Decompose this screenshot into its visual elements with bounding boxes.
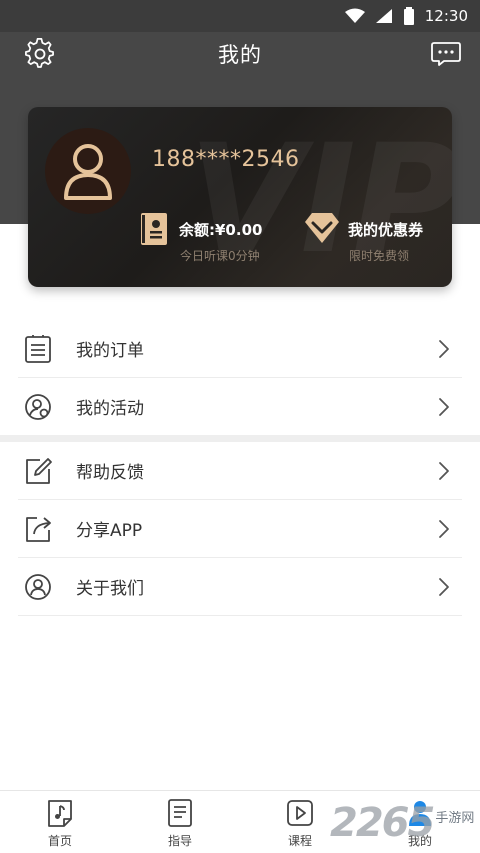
menu-group-misc: 帮助反馈 分享APP 关于我们 — [18, 442, 462, 616]
tab-label-home: 首页 — [47, 834, 72, 848]
site-watermark-logo: 2265 手游网 — [330, 795, 480, 851]
menu-item-orders[interactable]: 我的订单 — [18, 320, 462, 378]
tab-label-courses: 课程 — [287, 834, 312, 848]
menu-item-activities[interactable]: 我的活动 — [18, 378, 462, 436]
chevron-right-icon — [439, 398, 449, 416]
vip-card[interactable]: VIP 188****2546 余额:¥0.00 今日听课0分钟 我的优惠券 限… — [28, 107, 452, 287]
coupon-sub-label: 限时免费领 — [349, 249, 410, 263]
status-bar: 12:30 — [0, 0, 480, 32]
avatar[interactable] — [45, 128, 131, 214]
menu-item-about-us[interactable]: 关于我们 — [18, 558, 462, 616]
tab-label-guide: 指导 — [167, 834, 192, 848]
user-phone: 188****2546 — [152, 147, 300, 172]
messages-button[interactable] — [430, 38, 462, 70]
chevron-right-icon — [439, 340, 449, 358]
menu-item-help-feedback[interactable]: 帮助反馈 — [18, 442, 462, 500]
battery-icon — [403, 7, 414, 25]
chevron-right-icon — [439, 462, 449, 480]
menu-group-account: 我的订单 我的活动 — [18, 320, 462, 436]
wallet-card-icon — [141, 213, 167, 245]
play-icon — [287, 800, 313, 826]
music-doc-icon — [48, 800, 72, 827]
tab-home[interactable]: 首页 — [0, 791, 120, 853]
list-icon — [25, 334, 51, 363]
status-time: 12:30 — [424, 7, 468, 25]
study-time-label: 今日听课0分钟 — [180, 249, 260, 263]
menu-label-about-us: 关于我们 — [76, 579, 144, 599]
gear-icon — [25, 38, 54, 68]
top-bar: 我的 — [0, 32, 480, 76]
menu-label-orders: 我的订单 — [76, 341, 144, 361]
watermark-number: 2265 — [330, 800, 435, 846]
signal-icon — [375, 9, 392, 23]
balance-label[interactable]: 余额:¥0.00 — [179, 219, 262, 240]
chat-bubble-icon — [431, 42, 461, 66]
menu-label-help-feedback: 帮助反馈 — [76, 463, 144, 483]
activity-icon — [25, 393, 51, 420]
coupon-label[interactable]: 我的优惠券 — [348, 219, 423, 240]
page-title: 我的 — [218, 43, 262, 67]
menu-label-share-app: 分享APP — [76, 521, 143, 541]
section-divider — [0, 435, 480, 442]
user-circle-icon — [25, 573, 51, 600]
edit-icon — [26, 457, 52, 484]
tab-guide[interactable]: 指导 — [120, 791, 240, 853]
watermark-text: 手游网 — [435, 810, 475, 826]
guide-doc-icon — [168, 799, 192, 827]
chevron-right-icon — [439, 578, 449, 596]
menu-item-share-app[interactable]: 分享APP — [18, 500, 462, 558]
menu-label-activities: 我的活动 — [76, 399, 144, 419]
wifi-icon — [344, 8, 365, 23]
user-silhouette-icon — [64, 144, 112, 200]
settings-button[interactable] — [24, 38, 56, 70]
chevron-right-icon — [439, 520, 449, 538]
diamond-coupon-icon — [305, 213, 339, 243]
share-icon — [26, 516, 51, 542]
